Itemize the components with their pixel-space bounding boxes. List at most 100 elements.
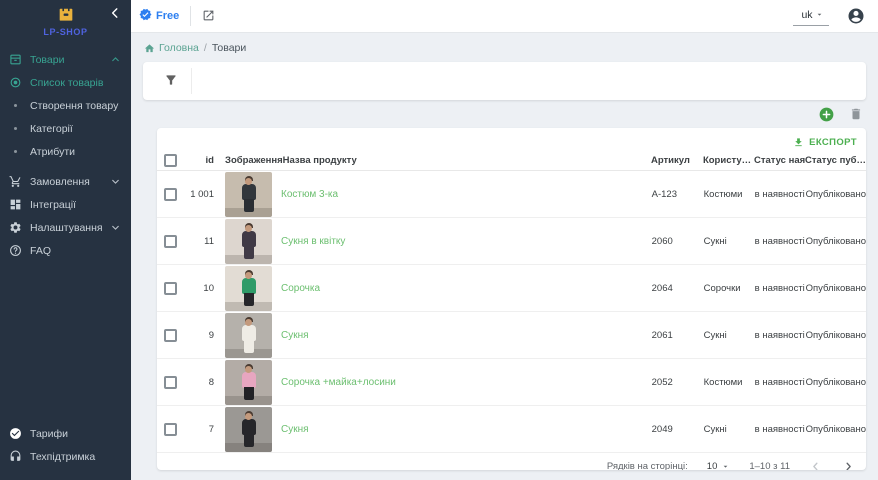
products-table-card: ЕКСПОРТ id Зображення Назва продукту Арт… xyxy=(157,128,866,470)
shopping-bag-icon xyxy=(56,4,76,26)
language-select-value: uk xyxy=(801,9,812,21)
product-category: Костюми xyxy=(704,377,755,388)
product-sku: 2052 xyxy=(652,377,704,388)
product-category: Сукні xyxy=(704,424,755,435)
product-publication-status: Опубліковано xyxy=(806,330,866,341)
product-category: Сукні xyxy=(704,330,755,341)
next-page-button[interactable] xyxy=(842,460,855,470)
sidebar-item-orders[interactable]: Замовлення xyxy=(0,170,131,193)
language-select[interactable]: uk xyxy=(793,7,829,26)
page-nav xyxy=(809,460,855,470)
sidebar-item-settings[interactable]: Налаштування xyxy=(0,216,131,239)
sidebar-item-label: Створення товару xyxy=(30,100,121,112)
sidebar-item-label: Список товарів xyxy=(30,77,121,89)
product-photo xyxy=(225,219,272,264)
product-name-link[interactable]: Сукня xyxy=(281,424,309,435)
sidebar-item-faq[interactable]: FAQ xyxy=(0,239,131,262)
open-in-new-icon[interactable] xyxy=(202,9,217,24)
rows-per-page-select[interactable]: 10 xyxy=(707,461,731,470)
sidebar-collapse-button[interactable] xyxy=(108,6,122,20)
product-row: 1 001 Костюм 3-ка А-123 Костюми в наявно… xyxy=(157,171,866,218)
chevron-up-icon xyxy=(110,54,121,65)
add-product-button[interactable] xyxy=(819,107,834,122)
sidebar-item-product-list[interactable]: Список товарів xyxy=(0,71,131,94)
plan-badge[interactable]: Free xyxy=(139,8,179,24)
product-name-link[interactable]: Сукня в квітку xyxy=(281,236,345,247)
row-checkbox[interactable] xyxy=(164,423,177,436)
sidebar-item-categories[interactable]: Категорії xyxy=(0,117,131,140)
product-availability-status: в наявності xyxy=(755,377,806,388)
bullet-icon xyxy=(8,122,22,136)
product-publication-status: Опубліковано xyxy=(806,236,866,247)
select-all-checkbox[interactable] xyxy=(164,154,177,167)
header-publication: Статус пуб… xyxy=(805,155,866,166)
product-name-link[interactable]: Сорочка xyxy=(281,283,320,294)
sidebar-item-label: Тарифи xyxy=(30,428,121,440)
product-name-link[interactable]: Сорочка +майка+лосини xyxy=(281,377,396,388)
product-availability-status: в наявності xyxy=(755,236,806,247)
product-id: 9 xyxy=(186,330,214,341)
sidebar-footer-nav: Тарифи Техпідтримка xyxy=(0,412,131,480)
product-sku: 2061 xyxy=(652,330,704,341)
row-checkbox[interactable] xyxy=(164,282,177,295)
product-id: 1 001 xyxy=(186,189,214,200)
breadcrumb-separator: / xyxy=(204,42,207,54)
account-avatar[interactable] xyxy=(847,7,865,25)
breadcrumb-home-label: Головна xyxy=(159,42,199,54)
prev-page-button[interactable] xyxy=(809,460,822,470)
delete-icon[interactable] xyxy=(849,107,863,121)
product-availability-status: в наявності xyxy=(755,189,806,200)
product-sku: 2064 xyxy=(652,283,704,294)
sidebar-item-tariffs[interactable]: Тарифи xyxy=(0,422,131,445)
box-icon xyxy=(8,53,22,67)
sidebar-item-integrations[interactable]: Інтеграції xyxy=(0,193,131,216)
row-checkbox[interactable] xyxy=(164,376,177,389)
header-id: id xyxy=(186,155,214,166)
product-photo xyxy=(225,360,272,405)
product-photo xyxy=(225,266,272,311)
sidebar-nav: Товари Список товарів Створення товару К… xyxy=(0,38,131,262)
row-checkbox[interactable] xyxy=(164,188,177,201)
table-actions xyxy=(143,102,866,126)
product-row: 9 Сукня 2061 Сукні в наявності Опубліков… xyxy=(157,312,866,359)
sidebar-item-label: Категорії xyxy=(30,123,121,135)
topbar: Free uk xyxy=(131,0,878,33)
row-checkbox[interactable] xyxy=(164,329,177,342)
product-name-link[interactable]: Сукня xyxy=(281,330,309,341)
product-availability-status: в наявності xyxy=(755,283,806,294)
sidebar-item-label: Інтеграції xyxy=(30,199,121,211)
radio-selected-icon xyxy=(8,76,22,90)
sidebar-item-label: Атрибути xyxy=(30,146,121,158)
product-name-link[interactable]: Костюм 3-ка xyxy=(281,189,338,200)
product-id: 11 xyxy=(186,236,214,247)
sidebar-header: LP-SHOP xyxy=(0,0,131,38)
header-name: Назва продукту xyxy=(283,155,651,166)
sidebar-item-label: Налаштування xyxy=(30,222,106,234)
product-availability-status: в наявності xyxy=(755,330,806,341)
table-body: 1 001 Костюм 3-ка А-123 Костюми в наявно… xyxy=(157,171,866,453)
breadcrumb-home-link[interactable]: Головна xyxy=(144,42,199,54)
sidebar-item-products[interactable]: Товари xyxy=(0,48,131,71)
plan-badge-label: Free xyxy=(156,10,179,22)
product-sku: А-123 xyxy=(652,189,704,200)
row-checkbox[interactable] xyxy=(164,235,177,248)
breadcrumb-current: Товари xyxy=(212,42,246,54)
caret-down-icon xyxy=(721,462,730,470)
product-photo xyxy=(225,313,272,358)
header-category: Користувац… xyxy=(703,155,754,166)
logo[interactable]: LP-SHOP xyxy=(43,4,87,37)
export-button[interactable]: ЕКСПОРТ xyxy=(793,137,857,148)
sidebar-item-attributes[interactable]: Атрибути xyxy=(0,140,131,163)
filter-icon[interactable] xyxy=(164,73,180,89)
sidebar-item-support[interactable]: Техпідтримка xyxy=(0,445,131,468)
sidebar-item-label: Товари xyxy=(30,54,106,66)
product-category: Сукні xyxy=(704,236,755,247)
header-availability: Статус ная… xyxy=(754,155,805,166)
rows-per-page-value: 10 xyxy=(707,461,718,470)
product-id: 7 xyxy=(186,424,214,435)
logo-text: LP-SHOP xyxy=(43,28,87,37)
rows-per-page-label: Рядків на сторінці: xyxy=(607,461,688,470)
export-row: ЕКСПОРТ xyxy=(157,128,866,150)
sidebar-item-product-create[interactable]: Створення товару xyxy=(0,94,131,117)
product-category: Сорочки xyxy=(704,283,755,294)
